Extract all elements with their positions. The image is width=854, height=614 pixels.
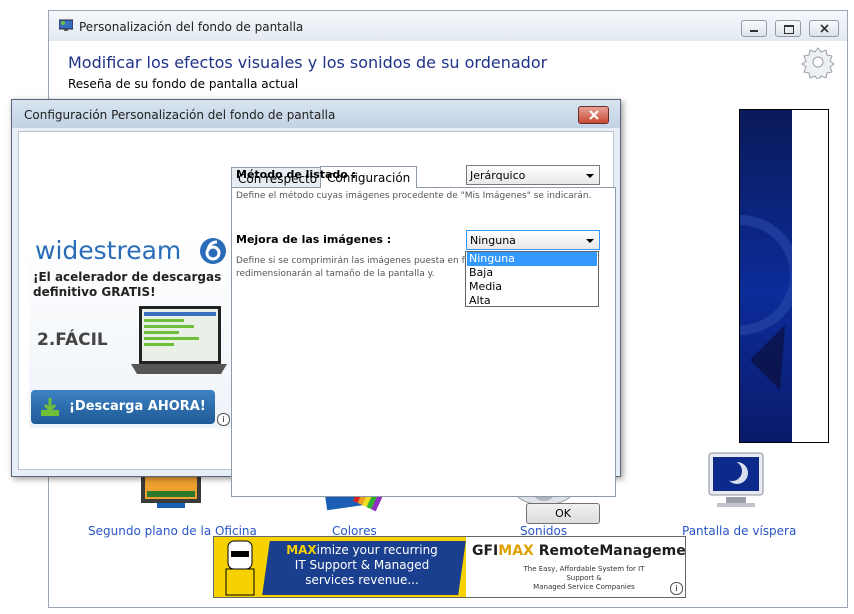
ad-brand: GFIMAX RemoteManagement™ — [472, 543, 686, 559]
option-ninguna[interactable]: Ninguna — [467, 252, 597, 266]
listing-method-description: Define el método cuyas imágenes proceden… — [236, 191, 592, 201]
ad-tagline: The Easy, Affordable System for IT Suppo… — [514, 565, 654, 592]
close-button[interactable] — [809, 20, 839, 37]
ad-line2: IT Support & Managed — [294, 558, 430, 572]
dialog-title: Configuración Personalización del fondo … — [24, 108, 336, 122]
gear-icon[interactable] — [801, 45, 835, 79]
wallpaper-art — [740, 215, 792, 390]
maximize-icon — [784, 25, 794, 34]
ad-info-icon[interactable]: i — [670, 582, 683, 595]
dialog-close-button[interactable] — [578, 106, 609, 124]
listing-method-label: Método de listado : — [236, 168, 357, 181]
option-alta[interactable]: Alta — [467, 294, 597, 308]
wallpaper-preview — [739, 109, 829, 443]
page-subheading: Reseña de su fondo de pantalla actual — [68, 77, 299, 91]
close-icon — [589, 110, 599, 120]
side-ad-line2: definitivo GRATIS! — [33, 285, 156, 299]
image-enhancement-description: Define si se comprimirán las imágenes pu… — [236, 255, 476, 281]
brand-wide: wide — [35, 236, 94, 265]
screensaver-icon[interactable] — [701, 451, 771, 513]
widestream-logo-icon — [200, 238, 226, 264]
dialog-titlebar[interactable]: Configuración Personalización del fondo … — [12, 100, 620, 128]
side-ad-info-icon[interactable]: i — [217, 413, 230, 426]
laptop-image — [131, 306, 227, 374]
download-now-button[interactable]: ¡Descarga AHORA! — [31, 390, 215, 424]
ad-brand-gfi: GFI — [472, 543, 499, 559]
ad-tagline2: Managed Service Companies — [533, 583, 635, 591]
image-enhancement-select[interactable]: Ninguna — [466, 230, 600, 250]
listing-method-value: Jerárquico — [470, 169, 526, 182]
widestream-logo: widestream — [35, 236, 181, 265]
screensaver-link[interactable]: Pantalla de víspera — [682, 524, 796, 538]
minimize-button[interactable] — [741, 20, 767, 37]
download-icon — [41, 398, 59, 416]
image-enhancement-label: Mejora de las imágenes : — [236, 233, 392, 246]
image-enhancement-value: Ninguna — [470, 234, 516, 247]
ok-button[interactable]: OK — [526, 503, 600, 524]
mascot-icon — [225, 540, 255, 596]
close-icon — [820, 24, 829, 33]
download-now-label: ¡Descarga AHORA! — [69, 399, 206, 414]
side-ad-line1: ¡El acelerador de descargas — [33, 270, 222, 284]
ad-bottom-text: MAXimize your recurring IT Support & Man… — [262, 543, 462, 588]
ad-headline-rest: imize your recurring — [316, 543, 438, 557]
image-enhancement-dropdown-list: Ninguna Baja Media Alta — [465, 251, 599, 307]
image-enhancement-description-line1: Define si se comprimirán las imágenes pu… — [236, 256, 476, 266]
side-ad-step: 2.FÁCIL — [37, 330, 108, 350]
side-ad-headline: ¡El acelerador de descargas definitivo G… — [33, 270, 221, 300]
chevron-down-icon — [586, 239, 594, 243]
chevron-down-icon — [586, 174, 594, 178]
side-ad-banner[interactable]: widestream ¡El acelerador de descargas d… — [29, 232, 233, 428]
window-title: Personalización del fondo de pantalla — [79, 20, 304, 34]
ad-brand-max: MAX — [498, 543, 534, 559]
option-baja[interactable]: Baja — [467, 266, 597, 280]
brand-stream: stream — [93, 236, 182, 265]
main-titlebar[interactable]: Personalización del fondo de pantalla — [49, 11, 847, 41]
ad-tagline1: The Easy, Affordable System for IT Suppo… — [523, 565, 645, 582]
listing-method-select[interactable]: Jerárquico — [466, 165, 600, 185]
ad-max-word: MAX — [286, 543, 317, 557]
ad-brand-rm: RemoteManagement — [538, 543, 686, 559]
image-enhancement-description-line2: redimensionarán al tamaño de la pantalla… — [236, 269, 435, 279]
wallpaper-preview-image — [740, 110, 792, 442]
bottom-ad-banner[interactable]: MAXimize your recurring IT Support & Man… — [213, 536, 686, 598]
maximize-button[interactable] — [775, 20, 801, 37]
option-media[interactable]: Media — [467, 280, 597, 294]
minimize-icon — [750, 30, 758, 32]
ad-line3: services revenue... — [305, 573, 419, 587]
page-headline: Modificar los efectos visuales y los son… — [68, 53, 548, 72]
app-icon — [59, 19, 73, 31]
office-background-icon[interactable] — [137, 473, 207, 513]
